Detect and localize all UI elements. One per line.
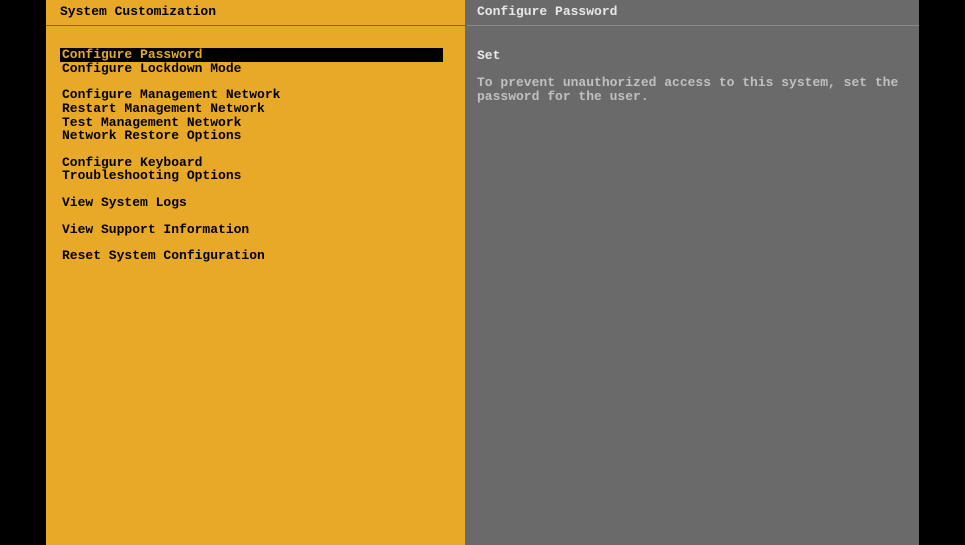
- menu-item-network-restore-options[interactable]: Network Restore Options: [60, 129, 451, 143]
- right-panel: Configure Password Set To prevent unauth…: [467, 0, 919, 545]
- menu-group: Configure Password Configure Lockdown Mo…: [60, 48, 451, 75]
- menu-group: Reset System Configuration: [60, 249, 451, 263]
- menu-item-view-system-logs[interactable]: View System Logs: [60, 196, 451, 210]
- menu-item-restart-management-network[interactable]: Restart Management Network: [60, 102, 451, 116]
- menu-group: Configure Keyboard Troubleshooting Optio…: [60, 156, 451, 183]
- menu-group: View Support Information: [60, 223, 451, 237]
- menu-group: Configure Management Network Restart Man…: [60, 88, 451, 143]
- dcui-console: System Customization Configure Password …: [0, 0, 965, 545]
- menu-item-configure-password[interactable]: Configure Password: [60, 48, 443, 62]
- menu-group: View System Logs: [60, 196, 451, 210]
- menu-list: Configure Password Configure Lockdown Mo…: [46, 26, 465, 545]
- left-panel-title: System Customization: [46, 0, 465, 26]
- left-panel: System Customization Configure Password …: [46, 0, 467, 545]
- menu-item-configure-management-network[interactable]: Configure Management Network: [60, 88, 451, 102]
- menu-item-configure-keyboard[interactable]: Configure Keyboard: [60, 156, 451, 170]
- menu-item-troubleshooting-options[interactable]: Troubleshooting Options: [60, 169, 451, 183]
- menu-item-reset-system-configuration[interactable]: Reset System Configuration: [60, 249, 451, 263]
- password-description: To prevent unauthorized access to this s…: [477, 76, 909, 105]
- password-status: Set: [477, 48, 909, 63]
- detail-body: Set To prevent unauthorized access to th…: [467, 26, 919, 545]
- menu-item-view-support-information[interactable]: View Support Information: [60, 223, 451, 237]
- menu-item-test-management-network[interactable]: Test Management Network: [60, 116, 451, 130]
- menu-item-configure-lockdown-mode[interactable]: Configure Lockdown Mode: [60, 62, 451, 76]
- right-panel-title: Configure Password: [467, 0, 919, 26]
